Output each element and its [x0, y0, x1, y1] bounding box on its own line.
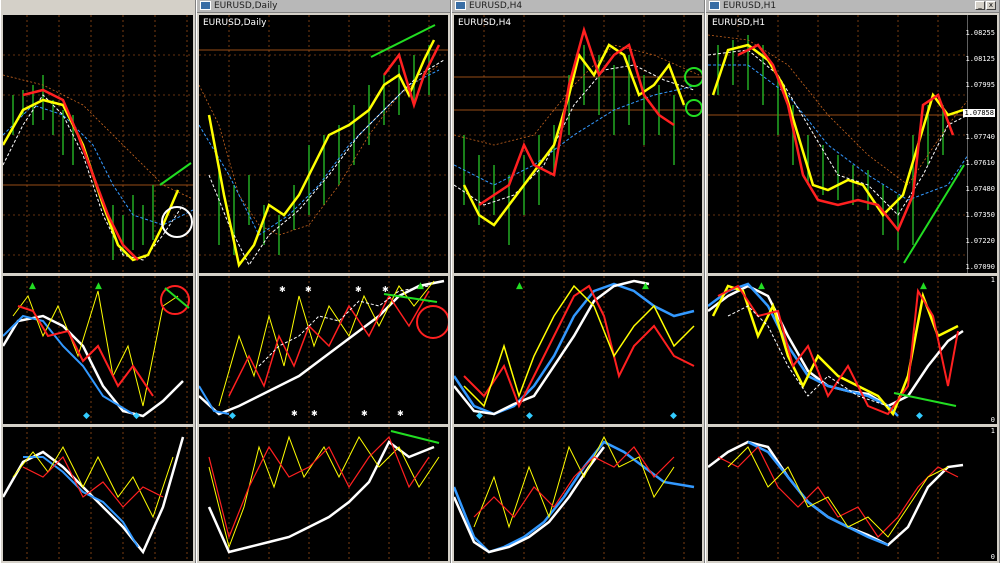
price-scale[interactable]: 1.08255 1.08125 1.07995 1.07858 1.07740 …	[963, 15, 997, 273]
indicator-scale-top: 1	[990, 427, 995, 435]
window-title: EURUSD,Daily	[214, 1, 278, 11]
chart-window-eurusd-daily[interactable]: EURUSD,Daily EURUSD,Daily ✱ ✱ ✱ ✱ ✱ ✱ ✱ …	[196, 0, 451, 563]
svg-text:◆: ◆	[133, 411, 140, 421]
price-tick: 1.07350	[965, 211, 995, 219]
svg-text:✱: ✱	[305, 285, 312, 294]
chart-window-eurusd-h1[interactable]: EURUSD,H1 _ x EURUSD,H1 1.08255 1.08125 …	[705, 0, 1000, 563]
svg-text:✱: ✱	[382, 285, 389, 294]
price-tick: 1.07220	[965, 237, 995, 245]
price-pane[interactable]: EURUSD,H4	[454, 15, 702, 273]
oscillator-chart	[708, 427, 964, 561]
svg-text:✱: ✱	[361, 409, 368, 418]
svg-text:◆: ◆	[229, 411, 236, 421]
svg-text:▲: ▲	[417, 281, 424, 291]
price-chart	[3, 15, 193, 273]
price-chart	[708, 15, 970, 273]
oscillator-chart	[207, 427, 440, 561]
price-tick: 1.07090	[965, 263, 995, 271]
indicator-scale-bottom: 0	[990, 553, 995, 561]
oscillator-chart	[454, 427, 695, 561]
oscillator-chart: ▲ ▲ ◆ ◆	[3, 276, 190, 424]
price-tick: 1.07995	[965, 81, 995, 89]
price-tick: 1.08255	[965, 29, 995, 37]
symbol-label: EURUSD,H1	[712, 18, 766, 28]
oscillator-chart: ▲ ▲ ◆	[708, 276, 964, 424]
window-titlebar[interactable]: EURUSD,H1 _ x	[706, 0, 999, 13]
svg-text:✱: ✱	[279, 285, 286, 294]
price-tick: 1.07480	[965, 185, 995, 193]
oscillator-pane-1[interactable]: ✱ ✱ ✱ ✱ ✱ ✱ ✱ ✱ ◆ ▲	[199, 276, 448, 424]
oscillator-pane-2[interactable]: 1 0	[708, 427, 997, 561]
svg-text:▲: ▲	[920, 281, 927, 291]
svg-text:◆: ◆	[83, 411, 90, 421]
annotation-circle	[161, 206, 193, 238]
price-tick: 1.08125	[965, 55, 995, 63]
chart-icon	[200, 1, 211, 10]
oscillator-pane-2[interactable]	[454, 427, 702, 561]
oscillator-chart: ▲ ▲ ◆ ◆ ◆	[454, 276, 695, 424]
svg-text:◆: ◆	[916, 411, 923, 421]
oscillator-pane-2[interactable]	[3, 427, 193, 561]
window-titlebar[interactable]: EURUSD,H4	[452, 0, 704, 13]
oscillator-pane-1[interactable]: ▲ ▲ ◆ ◆ ◆	[454, 276, 702, 424]
svg-text:✱: ✱	[291, 409, 298, 418]
window-title: EURUSD,H1	[723, 1, 777, 11]
chart-window-1[interactable]: ▲ ▲ ◆ ◆	[0, 0, 196, 563]
oscillator-chart	[3, 427, 188, 561]
price-chart	[199, 15, 448, 273]
oscillator-pane-1[interactable]: ▲ ▲ ◆ ◆	[3, 276, 193, 424]
indicator-scale-top: 1	[990, 276, 995, 284]
svg-text:✱: ✱	[311, 409, 318, 418]
svg-text:✱: ✱	[397, 409, 404, 418]
price-pane[interactable]: EURUSD,Daily	[199, 15, 448, 273]
oscillator-pane-1[interactable]: ▲ ▲ ◆ 1 0	[708, 276, 997, 424]
svg-text:◆: ◆	[476, 411, 483, 421]
current-price-label: 1.07858	[963, 109, 995, 117]
chart-window-eurusd-h4[interactable]: EURUSD,H4 EURUSD,H4 ▲ ▲ ◆ ◆ ◆	[451, 0, 705, 563]
price-chart	[454, 15, 702, 273]
svg-text:▲: ▲	[516, 281, 523, 291]
chart-icon	[455, 1, 466, 10]
price-pane[interactable]	[3, 15, 193, 273]
svg-text:▲: ▲	[95, 281, 102, 291]
svg-text:✱: ✱	[355, 285, 362, 294]
symbol-label: EURUSD,Daily	[203, 18, 267, 28]
price-pane[interactable]: EURUSD,H1 1.08255 1.08125 1.07995 1.0785…	[708, 15, 997, 273]
price-tick: 1.07740	[965, 133, 995, 141]
window-titlebar[interactable]: EURUSD,Daily	[197, 0, 450, 13]
oscillator-chart: ✱ ✱ ✱ ✱ ✱ ✱ ✱ ✱ ◆ ▲	[199, 276, 448, 424]
window-title: EURUSD,H4	[469, 1, 523, 11]
svg-text:▲: ▲	[758, 281, 765, 291]
svg-text:▲: ▲	[29, 281, 36, 291]
svg-text:◆: ◆	[670, 411, 677, 421]
price-tick: 1.07610	[965, 159, 995, 167]
indicator-scale-bottom: 0	[990, 416, 995, 424]
oscillator-pane-2[interactable]	[199, 427, 448, 561]
chart-icon	[709, 1, 720, 10]
close-button[interactable]: x	[986, 1, 996, 10]
svg-text:▲: ▲	[642, 281, 649, 291]
symbol-label: EURUSD,H4	[458, 18, 512, 28]
svg-text:◆: ◆	[526, 411, 533, 421]
minimize-button[interactable]: _	[975, 1, 985, 10]
